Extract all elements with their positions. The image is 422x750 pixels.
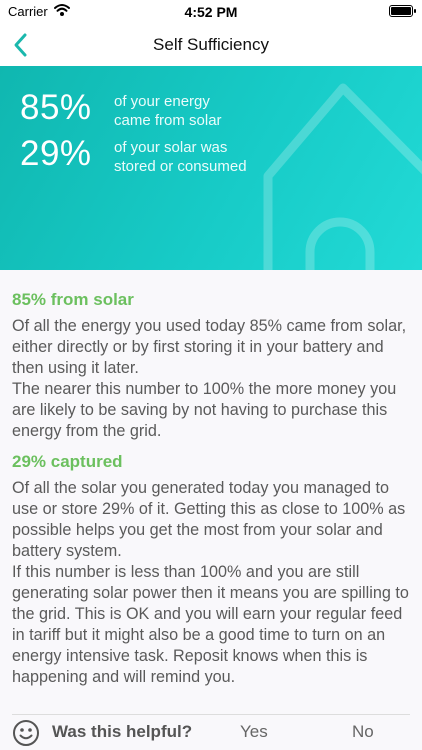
feedback-bar: Was this helpful? Yes No [0, 715, 422, 750]
solar-share-description-line2: came from solar [114, 112, 222, 129]
solar-share-value: 85% [20, 88, 92, 127]
solar-share-description-line1: of your energy [114, 93, 210, 110]
explanation-content: 85% from solar Of all the energy you use… [0, 270, 422, 714]
solar-captured-description-line1: of your solar was [114, 139, 228, 156]
section-body-captured: Of all the solar you generated today you… [12, 478, 410, 688]
solar-captured-value: 29% [20, 134, 92, 173]
solar-share-description: of your energy came from solar [114, 92, 274, 130]
page-title: Self Sufficiency [153, 35, 269, 54]
smiley-face-icon [13, 720, 39, 746]
clock: 4:52 PM [184, 4, 238, 20]
paragraph: If this number is less than 100% and you… [12, 563, 409, 686]
paragraph: Of all the energy you used today 85% cam… [12, 317, 407, 377]
solar-captured-description-line2: stored or consumed [114, 158, 247, 175]
section-title-captured: 29% captured [12, 452, 123, 471]
solar-captured-description: of your solar was stored or consumed [114, 138, 274, 176]
navigation-bar: Self Sufficiency [0, 26, 422, 66]
battery-icon [389, 5, 416, 17]
paragraph: Of all the solar you generated today you… [12, 479, 406, 560]
section-title-from-solar: 85% from solar [12, 290, 134, 309]
feedback-no-button[interactable]: No [352, 722, 374, 742]
section-body-from-solar: Of all the energy you used today 85% cam… [12, 316, 410, 442]
summary-banner: 85% of your energy came from solar 29% o… [0, 66, 422, 270]
feedback-yes-button[interactable]: Yes [240, 722, 268, 742]
status-bar: Carrier 4:52 PM [0, 0, 422, 26]
paragraph: The nearer this number to 100% the more … [12, 380, 397, 440]
feedback-question: Was this helpful? [52, 722, 193, 741]
